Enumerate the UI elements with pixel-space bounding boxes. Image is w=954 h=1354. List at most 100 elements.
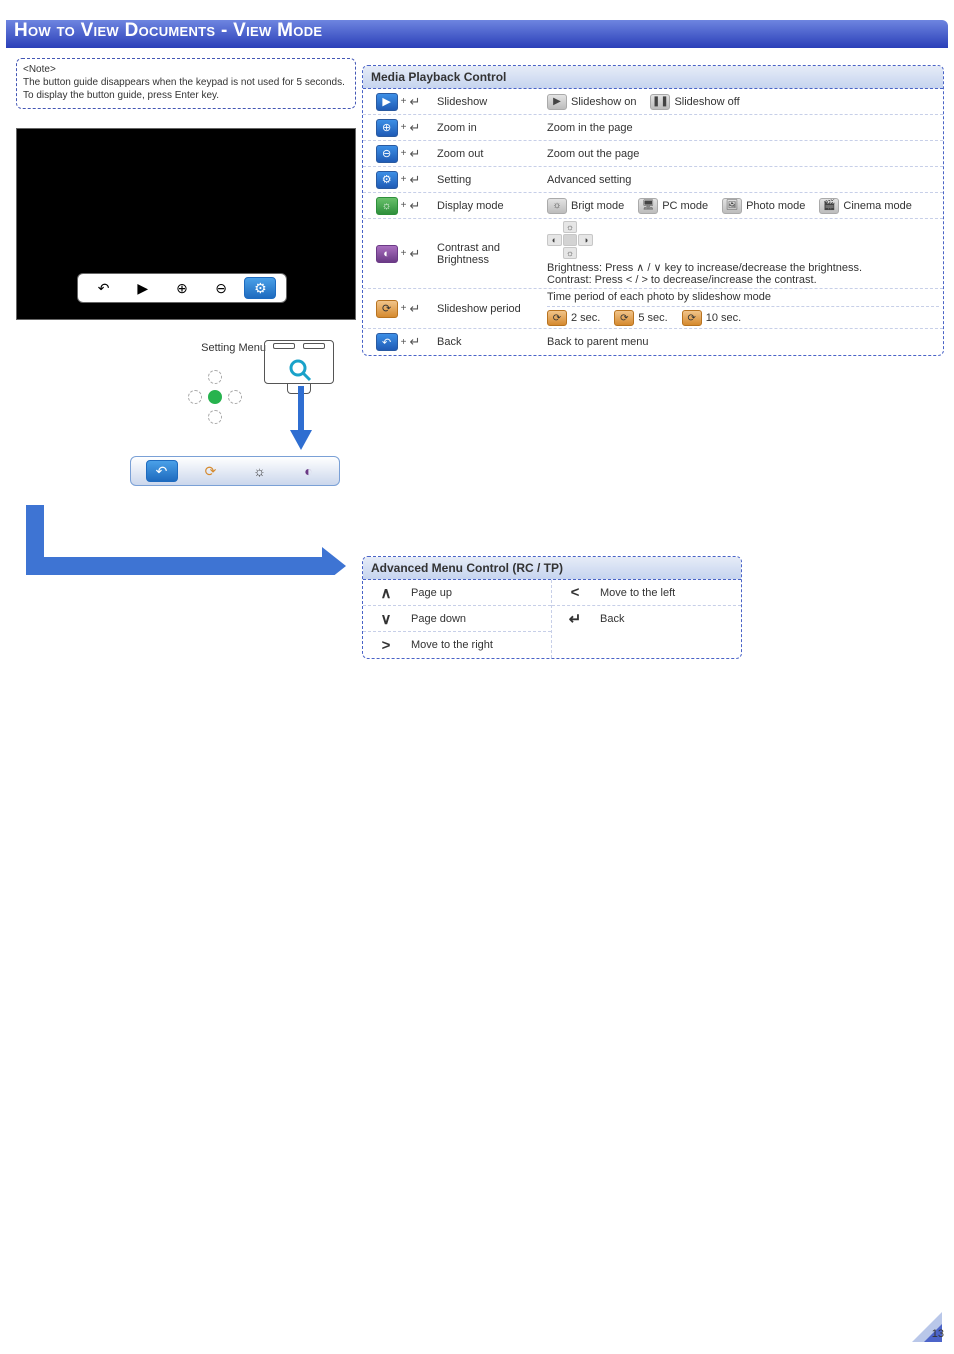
option-list: ▶ Slideshow on ❚❚ Slideshow off	[547, 94, 939, 110]
option-text: Photo mode	[746, 200, 805, 212]
row-icon-cell: ⊕+↵	[363, 116, 433, 140]
option-icon: ⟳	[682, 310, 702, 326]
row-label: Back	[433, 334, 543, 350]
enter-icon: ↵	[409, 301, 420, 317]
row-icon-cell: ⟳+↵	[363, 297, 433, 321]
plus-text: +	[401, 337, 407, 348]
table-row: >Move to the right	[363, 632, 551, 658]
direction-label: Back	[598, 613, 741, 625]
note-tag: <Note>	[23, 63, 349, 76]
option-icon: 🖥	[638, 198, 658, 214]
direction-icon: ∧	[363, 584, 409, 602]
button-icon: ▶	[376, 93, 398, 111]
button-icon: ⚙	[376, 171, 398, 189]
row-desc: ☼◐◑☼ Brightness: Press ∧ / ∨ key to incre…	[543, 219, 943, 288]
advanced-menu-body: ∧Page up∨Page down>Move to the right <Mo…	[363, 580, 741, 658]
option-icon: ▶	[547, 94, 567, 110]
option-icon: ⟳	[547, 310, 567, 326]
enter-icon: ↵	[409, 198, 420, 214]
row-desc: Back to parent menu	[543, 334, 943, 350]
table-row: <Move to the left	[552, 580, 741, 606]
row-label: Slideshow period	[433, 301, 543, 317]
direction-icon: ∨	[363, 610, 409, 628]
table-row: ↶+↵BackBack to parent menu	[363, 329, 943, 355]
magnifier-icon	[288, 358, 312, 382]
option-item: ☼ Brigt mode	[547, 198, 624, 214]
row-icon-cell: ☼+↵	[363, 194, 433, 218]
direction-icon: <	[552, 584, 598, 601]
table-row: ∨Page down	[363, 606, 551, 632]
advanced-menu-title: Advanced Menu Control (RC / TP)	[363, 557, 741, 580]
row-icon-cell: ↶+↵	[363, 330, 433, 354]
osd-bar-expanded: ↶ ⟳ ☼ ◐	[130, 456, 340, 486]
media-playback-table: Media Playback Control ▶+↵Slideshow▶Slid…	[362, 65, 944, 356]
dpad-mini-icon: ☼◐◑☼	[547, 221, 593, 257]
option-icon: ⟳	[614, 310, 634, 326]
play-icon: ▶	[127, 277, 159, 299]
row-label: Contrast and Brightness	[433, 240, 543, 268]
note-box: <Note> The button guide disappears when …	[16, 58, 356, 109]
row-desc: ▶ Slideshow on ❚❚ Slideshow off	[543, 92, 943, 112]
row-desc: ☼Brigt mode🖥PC mode🖼Photo mode🎬Cinema mo…	[543, 196, 943, 216]
option-item: ❚❚ Slideshow off	[650, 94, 739, 110]
brightness-icon: ☼	[244, 460, 276, 482]
option-text: Cinema mode	[843, 200, 911, 212]
button-icon: ↶	[376, 333, 398, 351]
enter-icon: ↵	[409, 172, 420, 188]
option-list: ⟳2 sec.⟳5 sec.⟳10 sec.	[547, 306, 939, 326]
row-label: Display mode	[433, 198, 543, 214]
table-row: ∧Page up	[363, 580, 551, 606]
direction-icon: >	[363, 637, 409, 654]
enter-icon: ↵	[409, 94, 420, 110]
option-item: ⟳ 5 sec.	[614, 310, 667, 326]
dpad-right-icon	[228, 390, 242, 404]
plus-text: +	[401, 174, 407, 185]
table-row: ⚙+↵SettingAdvanced setting	[363, 167, 943, 193]
note-line1: The button guide disappears when the key…	[23, 76, 349, 89]
option-text: 10 sec.	[706, 312, 741, 324]
left-illustration: ↶ ▶ ⊕ ⊖ ⚙ Setting Menu	[16, 128, 356, 354]
row-desc-text: Brightness: Press ∧ / ∨ key to increase/…	[547, 261, 939, 286]
button-icon: ☼	[376, 197, 398, 215]
row-label: Zoom in	[433, 120, 543, 136]
option-text: Slideshow on	[571, 96, 636, 108]
dpad-center-icon	[208, 390, 222, 404]
table-row: ⟳+↵Slideshow period Time period of each p…	[363, 289, 943, 329]
row-label: Slideshow	[433, 94, 543, 110]
option-list: ☼Brigt mode🖥PC mode🖼Photo mode🎬Cinema mo…	[547, 198, 939, 214]
option-icon: ❚❚	[650, 94, 670, 110]
row-desc-above: Time period of each photo by slideshow m…	[547, 291, 939, 303]
plus-text: +	[401, 122, 407, 133]
timer-icon: ⟳	[195, 460, 227, 482]
enter-icon: ↵	[409, 120, 420, 136]
option-text: Brigt mode	[571, 200, 624, 212]
arrow-down-icon	[290, 386, 312, 450]
media-playback-title: Media Playback Control	[363, 66, 943, 89]
table-row: ⊕+↵Zoom inZoom in the page	[363, 115, 943, 141]
zoom-in-icon: ⊕	[166, 277, 198, 299]
option-text: PC mode	[662, 200, 708, 212]
option-item: 🖼Photo mode	[722, 198, 805, 214]
row-label: Setting	[433, 172, 543, 188]
direction-label: Move to the left	[598, 587, 741, 599]
option-text: Slideshow off	[674, 96, 739, 108]
media-playback-body: ▶+↵Slideshow▶Slideshow on❚❚Slideshow off…	[363, 89, 943, 355]
table-row: ▶+↵Slideshow▶Slideshow on❚❚Slideshow off	[363, 89, 943, 115]
table-row: ◐+↵Contrast and Brightness☼◐◑☼ Brightness…	[363, 219, 943, 289]
connector-arrow-icon	[26, 505, 346, 575]
row-icon-cell: ◐+↵	[363, 242, 433, 266]
button-icon: ⊖	[376, 145, 398, 163]
plus-text: +	[401, 96, 407, 107]
plus-text: +	[401, 200, 407, 211]
row-icon-cell: ⊖+↵	[363, 142, 433, 166]
button-icon: ⟳	[376, 300, 398, 318]
gear-icon: ⚙	[244, 277, 276, 299]
option-icon: ☼	[547, 198, 567, 214]
note-line2: To display the button guide, press Enter…	[23, 89, 349, 102]
undo-icon: ↶	[88, 277, 120, 299]
plus-text: +	[401, 248, 407, 259]
option-text: 5 sec.	[638, 312, 667, 324]
direction-icon: ↵	[552, 610, 598, 628]
contrast-brightness-block: ☼◐◑☼ Brightness: Press ∧ / ∨ key to incre…	[547, 221, 939, 286]
row-desc: Time period of each photo by slideshow m…	[543, 289, 943, 328]
